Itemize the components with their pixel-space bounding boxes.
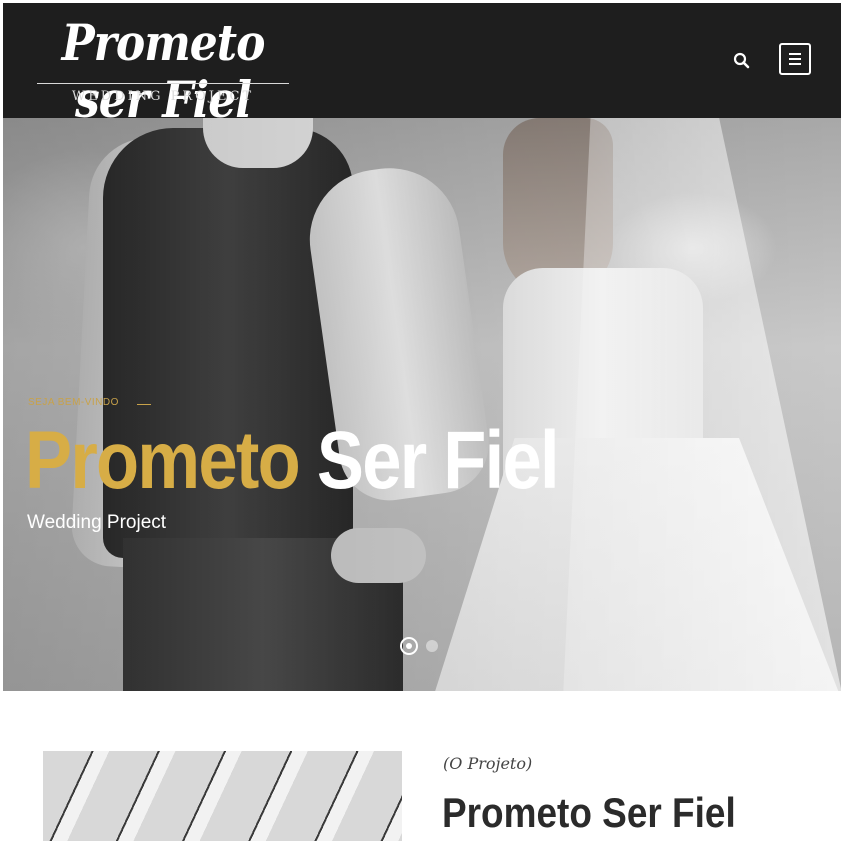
hero-kicker-line bbox=[137, 404, 151, 405]
slider-dot-1[interactable] bbox=[400, 637, 418, 655]
hero-title: Prometo Ser Fiel bbox=[25, 414, 560, 508]
project-photo bbox=[43, 751, 402, 841]
hero-title-main: Ser Fiel bbox=[316, 415, 560, 506]
slider-dot-2[interactable] bbox=[426, 640, 438, 652]
site-logo[interactable]: Prometo ser Fiel WEDDING PROJECT bbox=[37, 13, 289, 129]
hero-slider: SEJA BEM-VINDO Prometo Ser Fiel Wedding … bbox=[3, 118, 841, 691]
search-button[interactable] bbox=[731, 50, 753, 72]
logo-subtitle: WEDDING PROJECT bbox=[71, 89, 255, 104]
hero-subtitle: Wedding Project bbox=[27, 512, 167, 533]
logo-divider bbox=[37, 83, 289, 84]
section-title: Prometo Ser Fiel bbox=[442, 789, 736, 836]
menu-button[interactable] bbox=[779, 43, 811, 75]
logo-script-text: Prometo ser Fiel bbox=[61, 15, 266, 130]
section-kicker: (O Projeto) bbox=[443, 754, 533, 773]
hero-title-accent: Prometo bbox=[25, 415, 301, 506]
site-header: Prometo ser Fiel WEDDING PROJECT bbox=[3, 3, 841, 129]
search-icon bbox=[733, 52, 750, 69]
page: Prometo ser Fiel WEDDING PROJECT SEJA BE… bbox=[3, 3, 841, 841]
hero-kicker: SEJA BEM-VINDO bbox=[28, 397, 119, 408]
